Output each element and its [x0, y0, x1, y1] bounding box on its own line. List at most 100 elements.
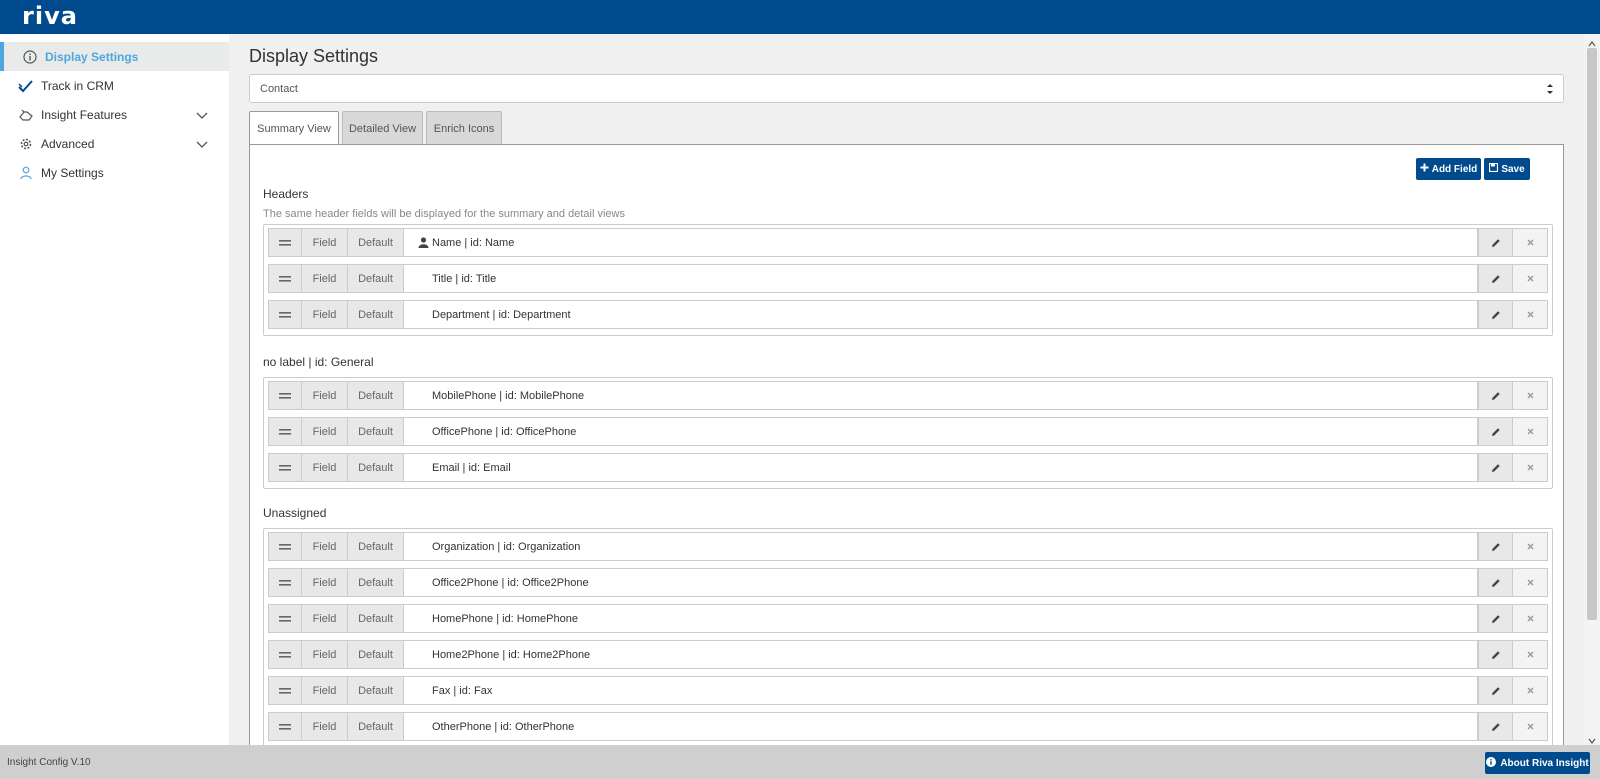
field-row[interactable]: Field Default OfficePhone | id: OfficePhon… — [268, 417, 1548, 446]
field-row[interactable]: Field Default Title | id: Title — [268, 264, 1548, 293]
field-group: Field Default Organization | id: Organizat… — [263, 528, 1553, 745]
tab-detailed-view[interactable]: Detailed View — [342, 111, 423, 145]
drag-handle-icon[interactable] — [269, 641, 302, 668]
info-circle-icon — [22, 49, 38, 65]
remove-x-icon[interactable] — [1513, 382, 1547, 409]
edit-pencil-icon[interactable] — [1478, 301, 1513, 328]
default-label: Default — [348, 641, 404, 668]
hand-icon — [18, 107, 34, 123]
field-label: Organization | id: Organization — [404, 533, 1478, 560]
save-button[interactable]: Save — [1484, 158, 1530, 180]
add-field-label: Add Field — [1431, 163, 1478, 175]
entity-select[interactable]: Contact — [249, 74, 1564, 103]
sidebar-item-advanced[interactable]: Advanced — [0, 129, 229, 158]
drag-handle-icon[interactable] — [269, 382, 302, 409]
field-group: Field Default MobilePhone | id: MobilePhon… — [263, 377, 1553, 489]
remove-x-icon[interactable] — [1513, 533, 1547, 560]
field-type-label: Field — [302, 265, 348, 292]
field-row[interactable]: Field Default Office2Phone | id: Office2Ph… — [268, 568, 1548, 597]
edit-pencil-icon[interactable] — [1478, 382, 1513, 409]
section-title: no label | id: General — [263, 355, 374, 369]
default-label: Default — [348, 418, 404, 445]
field-row[interactable]: Field Default OtherPhone | id: OtherPhone — [268, 712, 1548, 741]
default-label: Default — [348, 677, 404, 704]
edit-pencil-icon[interactable] — [1478, 713, 1513, 740]
floppy-icon — [1489, 162, 1499, 175]
drag-handle-icon[interactable] — [269, 265, 302, 292]
field-type-label: Field — [302, 533, 348, 560]
edit-pencil-icon[interactable] — [1478, 641, 1513, 668]
section-title: Headers — [263, 187, 309, 201]
sidebar-item-track-in-crm[interactable]: Track in CRM — [0, 71, 229, 100]
edit-pencil-icon[interactable] — [1478, 533, 1513, 560]
tab-enrich-icons[interactable]: Enrich Icons — [426, 111, 502, 145]
default-label: Default — [348, 713, 404, 740]
field-row[interactable]: Field Default Name | id: Name — [268, 228, 1548, 257]
default-label: Default — [348, 454, 404, 481]
chevron-down-icon[interactable] — [194, 136, 210, 152]
edit-pencil-icon[interactable] — [1478, 265, 1513, 292]
remove-x-icon[interactable] — [1513, 569, 1547, 596]
sidebar-item-my-settings[interactable]: My Settings — [0, 158, 229, 187]
edit-pencil-icon[interactable] — [1478, 605, 1513, 632]
edit-pencil-icon[interactable] — [1478, 569, 1513, 596]
sidebar-item-insight-features[interactable]: Insight Features — [0, 100, 229, 129]
drag-handle-icon[interactable] — [269, 418, 302, 445]
add-field-button[interactable]: Add Field — [1416, 158, 1481, 180]
drag-handle-icon[interactable] — [269, 229, 302, 256]
default-label: Default — [348, 229, 404, 256]
field-type-label: Field — [302, 301, 348, 328]
user-icon — [18, 165, 34, 181]
field-row[interactable]: Field Default Home2Phone | id: Home2Phone — [268, 640, 1548, 669]
field-label-text: OfficePhone | id: OfficePhone — [432, 425, 577, 438]
sidebar-item-label: Advanced — [41, 136, 95, 151]
plus-icon — [1420, 163, 1429, 175]
remove-x-icon[interactable] — [1513, 418, 1547, 445]
edit-pencil-icon[interactable] — [1478, 418, 1513, 445]
field-label: OfficePhone | id: OfficePhone — [404, 418, 1478, 445]
drag-handle-icon[interactable] — [269, 301, 302, 328]
remove-x-icon[interactable] — [1513, 265, 1547, 292]
remove-x-icon[interactable] — [1513, 454, 1547, 481]
remove-x-icon[interactable] — [1513, 677, 1547, 704]
save-label: Save — [1501, 163, 1525, 175]
edit-pencil-icon[interactable] — [1478, 229, 1513, 256]
field-row[interactable]: Field Default Organization | id: Organizat… — [268, 532, 1548, 561]
drag-handle-icon[interactable] — [269, 677, 302, 704]
vertical-scrollbar[interactable] — [1584, 34, 1600, 745]
scroll-up-arrow-icon[interactable] — [1588, 37, 1596, 47]
field-label: Email | id: Email — [404, 454, 1478, 481]
field-label-text: MobilePhone | id: MobilePhone — [432, 389, 585, 402]
remove-x-icon[interactable] — [1513, 229, 1547, 256]
sidebar-item-display-settings[interactable]: Display Settings — [0, 42, 229, 71]
tab-summary-view[interactable]: Summary View — [249, 111, 339, 146]
about-riva-insight-button[interactable]: About Riva Insight — [1485, 752, 1590, 774]
drag-handle-icon[interactable] — [269, 454, 302, 481]
gear-icon — [18, 136, 34, 152]
scroll-down-arrow-icon[interactable] — [1588, 734, 1596, 744]
drag-handle-icon[interactable] — [269, 533, 302, 560]
drag-handle-icon[interactable] — [269, 605, 302, 632]
page-title: Display Settings — [249, 46, 379, 66]
scrollbar-thumb[interactable] — [1587, 48, 1597, 620]
drag-handle-icon[interactable] — [269, 569, 302, 596]
remove-x-icon[interactable] — [1513, 301, 1547, 328]
edit-pencil-icon[interactable] — [1478, 454, 1513, 481]
field-row[interactable]: Field Default MobilePhone | id: MobilePhon… — [268, 381, 1548, 410]
remove-x-icon[interactable] — [1513, 713, 1547, 740]
field-type-label: Field — [302, 605, 348, 632]
main-content: Display Settings Contact Summary View De… — [229, 34, 1584, 745]
field-row[interactable]: Field Default HomePhone | id: HomePhone — [268, 604, 1548, 633]
field-row[interactable]: Field Default Department | id: Department — [268, 300, 1548, 329]
top-bar: riva — [0, 0, 1600, 34]
field-row[interactable]: Field Default Email | id: Email — [268, 453, 1548, 482]
edit-pencil-icon[interactable] — [1478, 677, 1513, 704]
drag-handle-icon[interactable] — [269, 713, 302, 740]
remove-x-icon[interactable] — [1513, 605, 1547, 632]
field-label-text: Email | id: Email — [432, 461, 511, 474]
field-row[interactable]: Field Default Fax | id: Fax — [268, 676, 1548, 705]
chevron-down-icon[interactable] — [194, 107, 210, 123]
info-circle-icon — [1486, 756, 1497, 770]
field-label: Fax | id: Fax — [404, 677, 1478, 704]
remove-x-icon[interactable] — [1513, 641, 1547, 668]
